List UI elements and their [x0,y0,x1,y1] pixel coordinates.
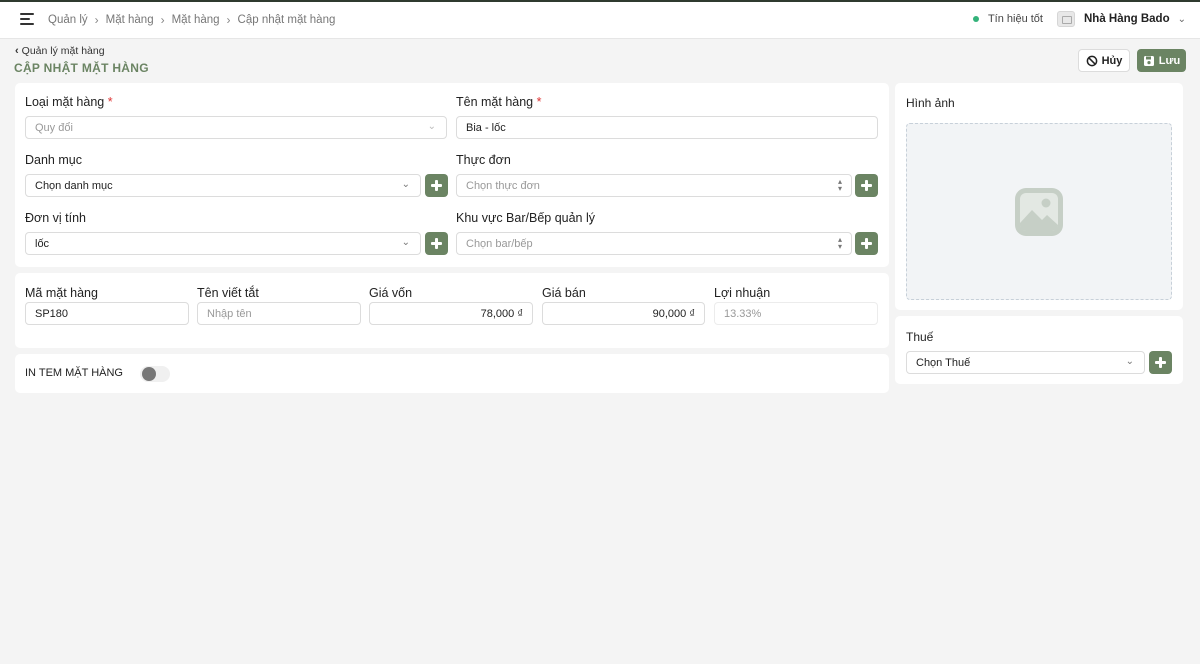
tax-label: Thuế [906,330,934,344]
toggle-knob [142,367,156,381]
image-label: Hình ảnh [906,96,955,110]
short-name-input[interactable]: Nhập tên [197,302,361,325]
category-label: Danh mục [25,153,82,167]
profit-label: Lợi nhuận [714,286,771,300]
add-unit-button[interactable] [425,232,448,255]
signal-status-text: Tín hiệu tốt [987,13,1043,25]
chevron-down-icon: ⌄ [1125,356,1134,367]
cancel-button-label: Hủy [1101,54,1123,67]
menu-label: Thực đơn [456,153,511,167]
top-bar: Quản lý › Mặt hàng › Mặt hàng › Cập nhật… [0,0,1200,39]
store-logo-icon [1056,11,1075,27]
print-label-card: IN TEM MẶT HÀNG [15,354,889,393]
sale-price-label: Giá bán [542,286,586,300]
breadcrumb: Quản lý › Mặt hàng › Mặt hàng › Cập nhật… [48,13,335,27]
chevron-down-icon: ⌄ [401,179,410,190]
tax-select[interactable]: Chọn Thuế ⌄ [906,351,1145,374]
kitchen-area-label: Khu vực Bar/Bếp quản lý [456,211,596,225]
pricing-card: Mã mặt hàng SP180 Tên viết tắt Nhập tên … [15,273,889,348]
chevron-right-icon: › [94,13,99,27]
tax-card: Thuế Chọn Thuế ⌄ [895,316,1183,384]
item-code-label: Mã mặt hàng [25,286,98,300]
save-button-label: Lưu [1158,54,1181,67]
image-card: Hình ảnh [895,83,1183,310]
breadcrumb-item-quan-ly[interactable]: Quản lý [48,14,88,26]
save-button[interactable]: Lưu [1137,49,1186,72]
chevron-right-icon: › [226,13,231,27]
cost-price-input[interactable]: 78,000 ₫ [369,302,533,325]
print-label-label: IN TEM MẶT HÀNG [25,367,123,379]
page-title: CẬP NHẬT MẶT HÀNG [14,61,149,75]
kitchen-area-select[interactable]: Chọn bar/bếp ▴ ▾ [456,232,852,255]
cancel-button[interactable]: Hủy [1078,49,1130,72]
ban-icon [1086,55,1097,66]
sale-price-input[interactable]: 90,000 ₫ [542,302,705,325]
unit-select[interactable]: lốc ⌄ [25,232,421,255]
profit-field: 13.33% [714,302,878,325]
top-right-area: Tín hiệu tốt Nhà Hàng Bado ⌄ [972,11,1186,27]
image-upload-area[interactable] [906,123,1172,300]
chevron-down-icon[interactable]: ⌄ [1178,14,1186,25]
menu-select[interactable]: Chọn thực đơn ▴ ▾ [456,174,852,197]
category-select[interactable]: Chọn danh mục ⌄ [25,174,421,197]
back-link[interactable]: ‹ Quản lý mặt hàng [15,45,105,57]
store-name[interactable]: Nhà Hàng Bado [1084,13,1170,25]
chevron-down-icon: ⌄ [401,237,410,248]
breadcrumb-item-current: Cập nhật mặt hàng [237,14,336,26]
item-type-select: Quy đổi ⌄ [25,116,447,139]
cost-price-label: Giá vốn [369,286,413,300]
back-link-label: Quản lý mặt hàng [21,45,105,57]
breadcrumb-item-mat-hang[interactable]: Mặt hàng [106,14,154,26]
add-category-button[interactable] [425,174,448,197]
menu-icon[interactable] [20,13,36,27]
chevron-left-icon: ‹ [15,45,19,57]
chevron-down-icon: ⌄ [427,121,436,132]
basic-info-card: Loại mặt hàng * Quy đổi ⌄ Tên mặt hàng *… [15,83,889,267]
image-placeholder-icon [1015,187,1063,236]
add-tax-button[interactable] [1149,351,1172,374]
short-name-label: Tên viết tắt [197,286,259,300]
sort-icon: ▴ ▾ [837,177,842,193]
breadcrumb-item-mat-hang-list[interactable]: Mặt hàng [172,14,220,26]
item-name-label: Tên mặt hàng * [456,95,542,109]
add-kitchen-area-button[interactable] [855,232,878,255]
floppy-disk-icon [1143,55,1154,66]
item-name-input[interactable]: Bia - lốc [456,116,878,139]
sort-icon: ▴ ▾ [837,235,842,251]
item-code-input[interactable]: SP180 [25,302,189,325]
print-label-toggle[interactable] [140,366,170,382]
chevron-right-icon: › [160,13,165,27]
add-menu-button[interactable] [855,174,878,197]
item-type-label: Loại mặt hàng * [25,95,113,109]
unit-label: Đơn vị tính [25,211,86,225]
signal-status-icon [972,16,979,22]
